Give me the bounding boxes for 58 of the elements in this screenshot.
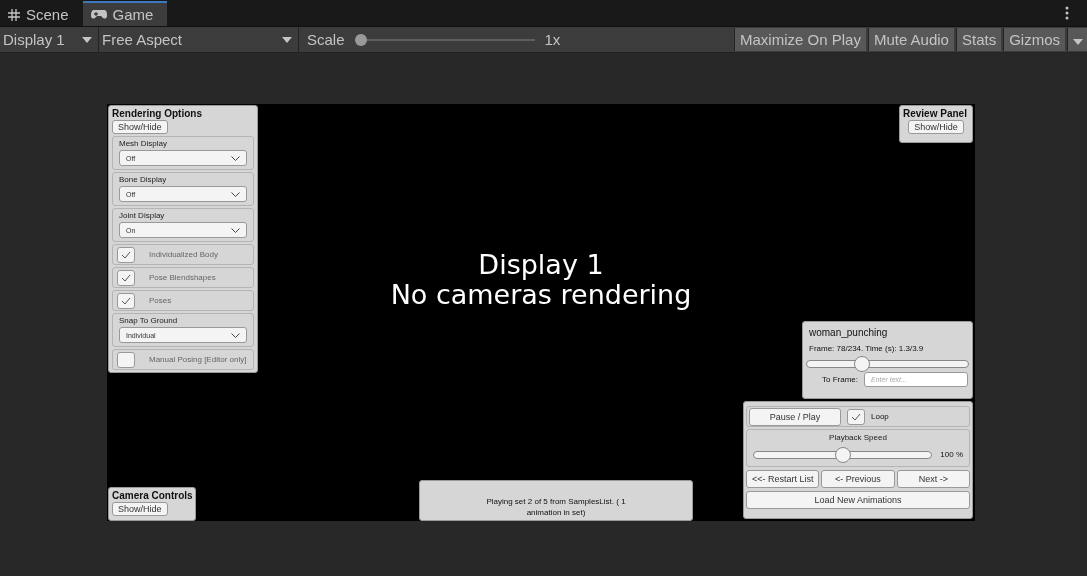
- toolbar-toggle[interactable]: Maximize On Play: [734, 28, 866, 51]
- frame-info: Frame: 78/234. Time (s): 1.3/3.9: [809, 344, 925, 353]
- option-label: Snap To Ground: [119, 316, 179, 325]
- status-text: Playing set 2 of 5 from SamplesList. ( 1 animation in set): [485, 496, 627, 518]
- option-label: Mesh Display: [119, 139, 168, 148]
- panel-title: Camera Controls: [112, 490, 192, 501]
- toolbar-toggle[interactable]: Mute Audio: [867, 28, 954, 51]
- grid-icon: [8, 8, 20, 21]
- scale-value: 1x: [544, 31, 561, 48]
- pause-play-button[interactable]: Pause / Play: [749, 407, 841, 426]
- nav-button[interactable]: Next ->: [896, 470, 970, 488]
- loop-label: Loop: [871, 412, 889, 421]
- show-hide-button[interactable]: Show/Hide: [112, 502, 168, 516]
- toolbar-toggle[interactable]: Gizmos: [1003, 28, 1065, 51]
- caret-icon: [282, 36, 292, 43]
- gizmos-menu-button[interactable]: [1067, 28, 1087, 51]
- checkbox-label: Poses: [149, 296, 172, 305]
- gamepad-icon: [90, 9, 107, 20]
- checkbox-label: Manual Posing [Editor only]: [149, 355, 247, 364]
- scale-label: Scale: [307, 31, 345, 48]
- check-icon: [851, 412, 861, 421]
- speed-label: Playback Speed: [828, 433, 888, 442]
- loop-checkbox[interactable]: [847, 408, 865, 425]
- viewport-message: No cameras rendering: [390, 280, 692, 310]
- check-icon: [121, 250, 131, 259]
- toolbar-toggle[interactable]: Stats: [955, 28, 1002, 51]
- to-frame-label: To Frame:: [822, 375, 858, 384]
- display-dropdown[interactable]: Display 1: [0, 27, 99, 52]
- aspect-dropdown[interactable]: Free Aspect: [99, 27, 299, 52]
- more-icon[interactable]: [1065, 6, 1069, 20]
- show-hide-button[interactable]: Show/Hide: [908, 120, 964, 134]
- viewport-message: Display 1: [478, 250, 604, 280]
- chevron-icon: [231, 191, 240, 197]
- option-label: Joint Display: [119, 211, 166, 220]
- checkbox[interactable]: [117, 351, 135, 368]
- checkbox[interactable]: [117, 292, 135, 309]
- chevron-icon: [231, 332, 240, 338]
- nav-button[interactable]: <- Previous: [821, 470, 895, 488]
- caret-icon: [1073, 39, 1083, 45]
- panel-title: Review Panel: [903, 108, 968, 119]
- check-icon: [121, 273, 131, 282]
- checkbox-label: Individualized Body: [149, 250, 218, 259]
- load-animations-button[interactable]: Load New Animations: [746, 491, 970, 509]
- nav-button[interactable]: <<- Restart List: [746, 470, 820, 488]
- clip-name: woman_punching: [809, 327, 889, 338]
- checkbox[interactable]: [117, 246, 135, 263]
- checkbox[interactable]: [117, 269, 135, 286]
- option-label: Bone Display: [119, 175, 168, 184]
- check-icon: [121, 296, 131, 305]
- panel-title: Rendering Options: [112, 108, 203, 119]
- checkbox-label: Pose Blendshapes: [149, 273, 216, 282]
- chevron-icon: [231, 155, 240, 161]
- tab[interactable]: Game: [82, 1, 168, 26]
- speed-value: 100 %: [940, 450, 963, 459]
- tab[interactable]: Scene: [0, 1, 83, 26]
- chevron-icon: [231, 227, 240, 233]
- show-hide-button[interactable]: Show/Hide: [112, 120, 168, 134]
- caret-icon: [82, 36, 92, 43]
